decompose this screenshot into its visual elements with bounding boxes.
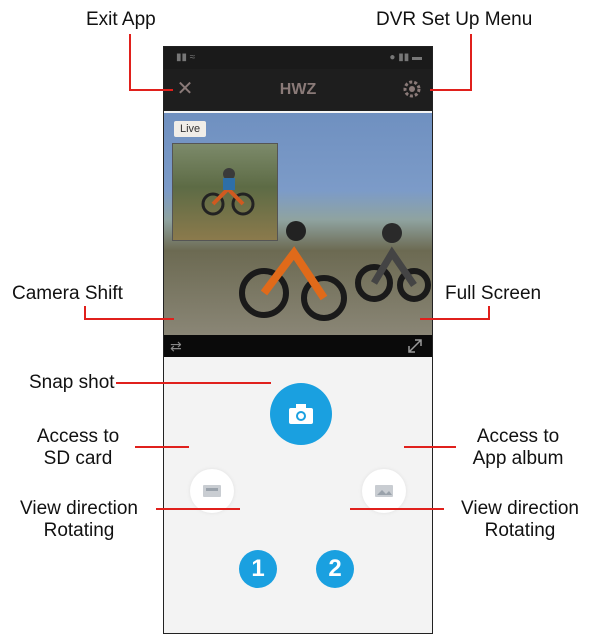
leader-line-exit-vertical [129,34,131,91]
leader-line-exit-horizontal [129,89,173,91]
camera-icon [289,404,313,424]
callout-view-left-line2: Rotating [43,520,115,541]
sd-card-icon [203,485,221,497]
callout-app-album-line1: Access to [476,426,560,447]
snapshot-button[interactable] [270,383,332,445]
app-album-button[interactable] [362,469,406,513]
leader-line-dvr-vertical [470,34,472,91]
callout-view-right-line2: Rotating [484,520,556,541]
album-icon [375,485,393,497]
callout-sd-card: Access to SD card [28,426,128,470]
callout-camera-shift: Camera Shift [12,283,123,304]
leader-line-sd-card [135,446,189,448]
status-icons: ● ▮▮ ▬ [389,52,422,63]
fullscreen-icon[interactable] [406,337,424,355]
callout-view-left: View direction Rotating [4,498,154,542]
leader-line-full-horizontal [420,318,490,320]
callout-exit-app: Exit App [86,9,156,30]
callout-dvr-menu: DVR Set Up Menu [376,9,533,30]
leader-line-app-album [404,446,456,448]
callout-view-left-line1: View direction [20,498,138,519]
leader-line-view-left [156,508,240,510]
carrier-indicator: ▮▮ ≈ [176,52,196,63]
phone-screen: ▮▮ ≈ ● ▮▮ ▬ ✕ HWZ Live ⇄ 1 2 [163,46,433,634]
callout-snap-shot: Snap shot [29,372,115,393]
video-control-bar: ⇄ [164,335,432,357]
leader-line-shift-horizontal [84,318,174,320]
leader-line-view-right [350,508,444,510]
leader-line-dvr-horizontal [430,89,472,91]
rotate-view-2-button[interactable]: 2 [316,550,354,588]
leader-line-snap [116,382,271,384]
callout-sd-card-line1: Access to [36,426,120,447]
live-video-feed: Live [164,113,432,335]
gear-icon[interactable] [402,79,422,99]
main-riders-image [239,221,431,321]
title-bar: ✕ HWZ [164,69,432,111]
callout-app-album-line2: App album [472,448,564,469]
live-badge: Live [174,121,207,137]
status-bar: ▮▮ ≈ ● ▮▮ ▬ [164,47,432,69]
app-title: HWZ [279,81,317,98]
callout-view-right-line1: View direction [461,498,579,519]
camera-shift-icon[interactable]: ⇄ [170,337,192,355]
callout-full-screen: Full Screen [445,283,542,304]
control-panel: 1 2 [164,357,432,633]
callout-app-album: Access to App album [458,426,578,470]
callout-sd-card-line2: SD card [43,448,113,469]
sd-card-button[interactable] [190,469,234,513]
rotate-view-1-button[interactable]: 1 [239,550,277,588]
callout-view-right: View direction Rotating [445,498,595,542]
